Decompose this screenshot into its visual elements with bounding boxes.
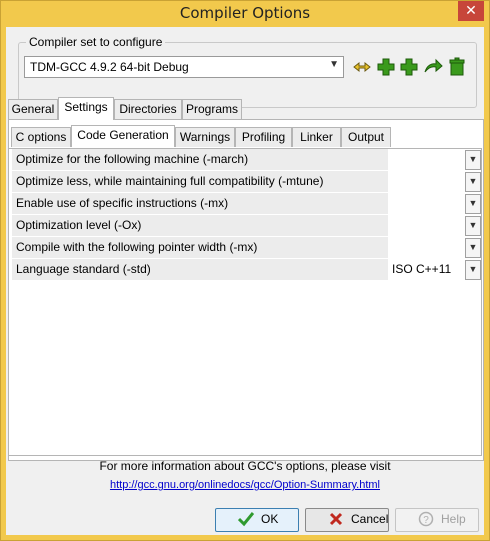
info-text: For more information about GCC's options… xyxy=(99,459,391,473)
option-label: Enable use of specific instructions (-mx… xyxy=(12,193,388,214)
gcc-options-link[interactable]: http://gcc.gnu.org/onlinedocs/gcc/Option… xyxy=(6,479,484,491)
subtab-c-options[interactable]: C options xyxy=(11,127,71,147)
dialog-body: Compiler set to configure TDM-GCC 4.9.2 … xyxy=(6,27,484,535)
compiler-set-value: TDM-GCC 4.9.2 64-bit Debug xyxy=(30,60,189,74)
option-label: Optimize less, while maintaining full co… xyxy=(12,171,388,192)
option-dropdown-button[interactable]: ▼ xyxy=(465,194,481,214)
add-compiler-set-button[interactable] xyxy=(376,57,396,77)
svg-text:?: ? xyxy=(423,515,429,526)
option-label: Optimization level (-Ox) xyxy=(12,215,388,236)
cancel-icon xyxy=(329,512,343,526)
option-label: Optimize for the following machine (-mar… xyxy=(12,149,388,170)
option-value xyxy=(392,171,464,192)
option-row-instructions: Enable use of specific instructions (-mx… xyxy=(12,193,481,214)
tab-settings[interactable]: Settings xyxy=(58,97,114,120)
compiler-set-select[interactable]: TDM-GCC 4.9.2 64-bit Debug ▼ xyxy=(24,56,344,78)
option-value xyxy=(392,149,464,170)
tab-general[interactable]: General xyxy=(8,99,58,120)
cancel-button[interactable]: Cancel xyxy=(305,508,389,532)
compiler-set-legend: Compiler set to configure xyxy=(26,35,166,49)
option-label: Compile with the following pointer width… xyxy=(12,237,388,258)
checkmark-icon xyxy=(238,512,254,527)
option-value: ISO C++11 xyxy=(392,262,452,276)
option-value xyxy=(392,193,464,214)
add-copy-icon xyxy=(400,58,418,76)
code-generation-panel: Optimize for the following machine (-mar… xyxy=(8,148,482,456)
compiler-options-window: Compiler Options ✕ Compiler set to confi… xyxy=(0,0,490,541)
help-icon: ? xyxy=(418,511,434,527)
tab-programs[interactable]: Programs xyxy=(182,99,242,120)
reload-icon xyxy=(424,58,443,73)
add-icon xyxy=(377,58,395,76)
option-label: Language standard (-std) xyxy=(12,259,388,280)
option-dropdown-button[interactable]: ▼ xyxy=(465,260,481,280)
close-button[interactable]: ✕ xyxy=(458,1,484,21)
option-value xyxy=(392,237,464,258)
subtab-profiling[interactable]: Profiling xyxy=(235,127,292,147)
subtab-code-generation[interactable]: Code Generation xyxy=(71,125,175,147)
rename-compiler-set-button[interactable] xyxy=(352,57,372,77)
option-value xyxy=(392,215,464,236)
ok-button[interactable]: OK xyxy=(215,508,299,532)
option-row-optimization-level: Optimization level (-Ox) ▼ xyxy=(12,215,481,236)
subtab-output[interactable]: Output xyxy=(341,127,391,147)
option-row-language-standard: Language standard (-std) ISO C++11 ▼ xyxy=(12,259,481,280)
rename-icon xyxy=(353,61,371,73)
option-row-mtune: Optimize less, while maintaining full co… xyxy=(12,171,481,192)
ok-label: OK xyxy=(261,512,279,526)
option-dropdown-button[interactable]: ▼ xyxy=(465,216,481,236)
option-row-pointer-width: Compile with the following pointer width… xyxy=(12,237,481,258)
title-bar: Compiler Options ✕ xyxy=(1,1,489,27)
cancel-label: Cancel xyxy=(351,512,389,526)
subtab-linker[interactable]: Linker xyxy=(292,127,341,147)
option-row-march: Optimize for the following machine (-mar… xyxy=(12,149,481,170)
option-dropdown-button[interactable]: ▼ xyxy=(465,172,481,192)
option-dropdown-button[interactable]: ▼ xyxy=(465,238,481,258)
help-label: Help xyxy=(441,512,466,526)
add-copy-compiler-set-button[interactable] xyxy=(399,57,419,77)
tab-directories[interactable]: Directories xyxy=(114,99,182,120)
delete-compiler-set-button[interactable] xyxy=(447,57,467,77)
delete-icon xyxy=(449,57,465,76)
subtab-warnings[interactable]: Warnings xyxy=(175,127,235,147)
window-title: Compiler Options xyxy=(179,4,311,22)
chevron-down-icon: ▼ xyxy=(329,59,339,70)
reload-compiler-set-button[interactable] xyxy=(423,57,443,77)
help-button[interactable]: ? Help xyxy=(395,508,479,532)
option-dropdown-button[interactable]: ▼ xyxy=(465,150,481,170)
